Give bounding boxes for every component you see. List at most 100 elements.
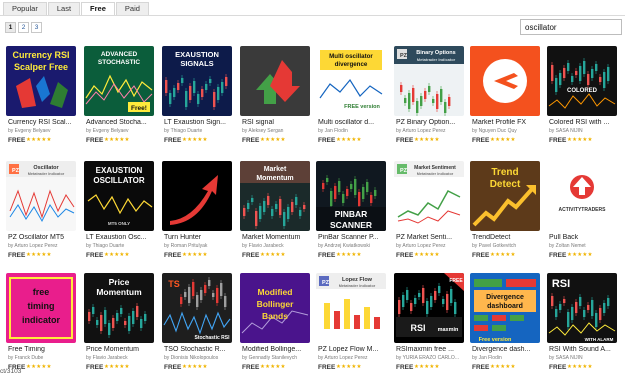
product-title[interactable]: Market Momentum [242, 234, 314, 241]
product-title[interactable]: RSImaxmin free ... [396, 346, 468, 353]
product-author[interactable]: by Arturo Lopez Perez [396, 128, 468, 134]
product-author[interactable]: by Thiago Duarte [164, 128, 236, 134]
product-thumbnail[interactable]: free timing indicator [6, 273, 76, 343]
product-thumbnail[interactable]: PZ Binary Options Metatrader Indicator [394, 46, 464, 116]
product-card[interactable]: RSI WITH ALARM RSI With Sound A... by SASA … [547, 273, 619, 377]
product-card[interactable]: PZ Oscillator Metatrader Indicator PZ Oscil… [6, 161, 78, 267]
product-title[interactable]: PZ Lopez Flow M... [318, 346, 390, 353]
product-title[interactable]: LT Exaustion Osc... [86, 234, 158, 241]
product-thumbnail[interactable]: RSI WITH ALARM [547, 273, 617, 343]
product-card[interactable]: Currency RSI Scalper Free Currency RSI Sca… [6, 46, 78, 152]
product-thumbnail[interactable]: PZ Lopez Flow Metatrader Indicator [316, 273, 386, 343]
product-card[interactable]: PINBAR SCANNER PinBar Scanner P... by Andrz… [316, 161, 388, 267]
product-card[interactable]: Divergence dashboard Free version Divergenc… [470, 273, 542, 377]
product-author[interactable]: by Franck Dube [8, 355, 80, 361]
product-title[interactable]: LT Exaustion Sign... [164, 119, 236, 126]
product-author[interactable]: by YURIA ERAZO CARLO... [396, 355, 468, 361]
product-card[interactable]: free timing indicator Free Timing by Franck … [6, 273, 78, 377]
product-card[interactable]: ADVANCED STOCHASTIC Free! Advanced Stocha..… [84, 46, 156, 152]
product-author[interactable]: by Arturo Lopez Perez [396, 243, 468, 249]
product-card[interactable]: PZ Lopez Flow Metatrader Indicator PZ Lopez… [316, 273, 388, 377]
product-author[interactable]: by Roman Pritulyak [164, 243, 236, 249]
page-3-button[interactable]: 3 [31, 22, 42, 33]
tab-free[interactable]: Free [81, 2, 115, 15]
product-author[interactable]: by Gennadiy Stanilevych [242, 355, 314, 361]
product-card[interactable]: EXAUSTION SIGNALS LT Exaustion Sign... by T… [162, 46, 234, 152]
product-title[interactable]: Pull Back [549, 234, 621, 241]
product-card[interactable]: Market Profile FX by Nguyen Duc Quy FREE ★★… [470, 46, 542, 152]
product-card[interactable]: EXAUSTION OSCILLATOR MT5 ONLY LT Exaustion … [84, 161, 156, 267]
product-title[interactable]: Multi oscillator d... [318, 119, 390, 126]
product-thumbnail[interactable] [162, 161, 232, 231]
product-author[interactable]: by Arturo Lopez Perez [318, 355, 390, 361]
product-card[interactable]: TS Stochastic RSI TSO Stochastic R... by Di… [162, 273, 234, 377]
product-title[interactable]: PinBar Scanner P... [318, 234, 390, 241]
product-card[interactable]: Trend Detect TrendDetect by Pavel Gotkevitc… [470, 161, 542, 267]
product-title[interactable]: TrendDetect [472, 234, 544, 241]
product-author[interactable]: by SASA NIJIN [549, 128, 621, 134]
tab-paid[interactable]: Paid [115, 2, 149, 15]
product-thumbnail[interactable]: TS Stochastic RSI [162, 273, 232, 343]
product-title[interactable]: Divergence dash... [472, 346, 544, 353]
product-author[interactable]: by Nguyen Duc Quy [472, 128, 544, 134]
product-thumbnail[interactable]: PZ Oscillator Metatrader Indicator [6, 161, 76, 231]
product-card[interactable]: RSI signal by Aleksey Sergan FREE ★★★★★ [240, 46, 312, 152]
product-thumbnail[interactable]: Trend Detect [470, 161, 540, 231]
product-author[interactable]: by Zoltan Nemet [549, 243, 621, 249]
product-author[interactable]: by SASA NIJIN [549, 355, 621, 361]
product-thumbnail[interactable]: Modified Bollinger Bands [240, 273, 310, 343]
product-author[interactable]: by Thiago Duarte [86, 243, 158, 249]
product-card[interactable]: COLORED Colored RSI with ... by SASA NIJIN… [547, 46, 619, 152]
product-title[interactable]: Free Timing [8, 346, 80, 353]
page-1-button[interactable]: 1 [5, 22, 16, 33]
product-title[interactable]: Turn Hunter [164, 234, 236, 241]
tab-last[interactable]: Last [47, 2, 81, 15]
search-input[interactable] [520, 19, 622, 35]
product-title[interactable]: TSO Stochastic R... [164, 346, 236, 353]
product-card[interactable]: PZ Market Sentiment Metatrader Indicator PZ… [394, 161, 466, 267]
product-thumbnail[interactable]: Market Momentum [240, 161, 310, 231]
product-title[interactable]: PZ Binary Option... [396, 119, 468, 126]
product-author[interactable]: by Arturo Lopez Perez [8, 243, 80, 249]
product-title[interactable]: PZ Oscillator MT5 [8, 234, 80, 241]
product-title[interactable]: Currency RSI Scal... [8, 119, 80, 126]
product-title[interactable]: Advanced Stocha... [86, 119, 158, 126]
product-title[interactable]: Modified Bollinge... [242, 346, 314, 353]
product-thumbnail[interactable]: Price Momentum [84, 273, 154, 343]
product-thumbnail[interactable]: RSI maxmin FREE [394, 273, 464, 343]
product-card[interactable]: Modified Bollinger Bands Modified Bollinge.… [240, 273, 312, 377]
product-title[interactable]: Colored RSI with ... [549, 119, 621, 126]
product-thumbnail[interactable]: EXAUSTION SIGNALS [162, 46, 232, 116]
product-title[interactable]: RSI With Sound A... [549, 346, 621, 353]
product-card[interactable]: Multi oscillator divergence FREE version Mu… [316, 46, 388, 152]
product-thumbnail[interactable]: Multi oscillator divergence FREE version [316, 46, 386, 116]
product-author[interactable]: by Pavel Gotkevitch [472, 243, 544, 249]
product-thumbnail[interactable]: PZ Market Sentiment Metatrader Indicator [394, 161, 464, 231]
product-thumbnail[interactable]: EXAUSTION OSCILLATOR MT5 ONLY [84, 161, 154, 231]
product-author[interactable]: by Evgeny Belyaev [86, 128, 158, 134]
product-thumbnail[interactable]: Divergence dashboard Free version [470, 273, 540, 343]
product-card[interactable]: ACTIVITYTRADERS Pull Back by Zoltan Nemet F… [547, 161, 619, 267]
product-author[interactable]: by Evgeny Belyaev [8, 128, 80, 134]
tab-popular[interactable]: Popular [3, 2, 47, 15]
product-title[interactable]: RSI signal [242, 119, 314, 126]
product-author[interactable]: by Jan Flodin [472, 355, 544, 361]
product-thumbnail[interactable] [470, 46, 540, 116]
product-thumbnail[interactable]: Currency RSI Scalper Free [6, 46, 76, 116]
product-author[interactable]: by Flavio Jarabeck [242, 243, 314, 249]
product-author[interactable]: by Dionisis Nikolopoulos [164, 355, 236, 361]
product-thumbnail[interactable]: PINBAR SCANNER [316, 161, 386, 231]
product-card[interactable]: Market Momentum Market Momentum by Flavio J… [240, 161, 312, 267]
product-title[interactable]: Price Momentum [86, 346, 158, 353]
product-author[interactable]: by Aleksey Sergan [242, 128, 314, 134]
product-card[interactable]: PZ Binary Options Metatrader Indicator PZ B… [394, 46, 466, 152]
page-2-button[interactable]: 2 [18, 22, 29, 33]
product-card[interactable]: Turn Hunter by Roman Pritulyak FREE ★★★★★ [162, 161, 234, 267]
product-author[interactable]: by Andrzej Kwiatkowski [318, 243, 390, 249]
product-thumbnail[interactable]: ADVANCED STOCHASTIC Free! [84, 46, 154, 116]
product-thumbnail[interactable]: ACTIVITYTRADERS [547, 161, 617, 231]
product-title[interactable]: PZ Market Senti... [396, 234, 468, 241]
product-thumbnail[interactable] [240, 46, 310, 116]
product-card[interactable]: Price Momentum Price Momentum by Flavio Jar… [84, 273, 156, 377]
product-title[interactable]: Market Profile FX [472, 119, 544, 126]
